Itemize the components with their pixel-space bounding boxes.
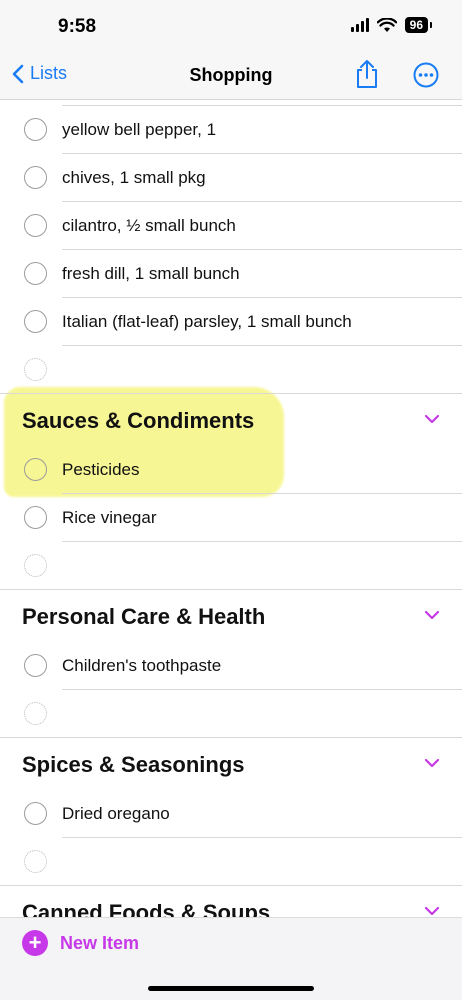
- checkbox-circle[interactable]: [24, 214, 47, 237]
- new-item-placeholder-row[interactable]: [0, 542, 462, 590]
- status-icons: 96: [350, 17, 433, 33]
- new-item-label: New Item: [60, 932, 140, 953]
- checkbox-circle[interactable]: [24, 118, 47, 141]
- new-item-placeholder-row[interactable]: [0, 346, 462, 394]
- home-indicator[interactable]: [148, 986, 314, 991]
- item-label: Dried oregano: [62, 804, 170, 823]
- chevron-down-icon[interactable]: [424, 906, 440, 916]
- cellular-signal-icon: [350, 18, 369, 32]
- new-item-placeholder-row[interactable]: [0, 838, 462, 886]
- placeholder-circle[interactable]: [24, 850, 47, 873]
- list-item[interactable]: Rice vinegar: [0, 494, 462, 542]
- list-item[interactable]: Pesticides: [0, 446, 462, 494]
- item-label: Pesticides: [62, 460, 140, 479]
- chevron-down-icon[interactable]: [424, 414, 440, 424]
- nav-bar: Lists Shopping: [0, 50, 462, 100]
- chevron-down-icon[interactable]: [424, 758, 440, 768]
- item-label: cilantro, ½ small bunch: [62, 216, 236, 235]
- checkbox-circle[interactable]: [24, 458, 47, 481]
- section-header-sauces[interactable]: Sauces & Condiments: [0, 394, 462, 446]
- status-bar: 9:58 96: [0, 0, 462, 50]
- list-item[interactable]: Dried oregano: [0, 790, 462, 838]
- section-title: Canned Foods & Soups: [22, 900, 271, 917]
- page-title: Shopping: [189, 65, 273, 85]
- section-title: Spices & Seasonings: [22, 752, 245, 777]
- checkbox-circle[interactable]: [24, 310, 47, 333]
- new-item-placeholder-row[interactable]: [0, 690, 462, 738]
- section-title: Sauces & Condiments: [22, 408, 255, 433]
- ellipsis-circle-icon: [413, 62, 439, 88]
- checkbox-circle[interactable]: [24, 166, 47, 189]
- checkbox-circle[interactable]: [24, 506, 47, 529]
- placeholder-circle[interactable]: [24, 358, 47, 381]
- status-time: 9:58: [58, 16, 97, 37]
- bottom-toolbar: + New Item: [0, 917, 462, 1000]
- placeholder-circle[interactable]: [24, 702, 47, 725]
- item-label: fresh dill, 1 small bunch: [62, 264, 240, 283]
- section-header-spices[interactable]: Spices & Seasonings: [0, 738, 462, 790]
- list-item[interactable]: yellow bell pepper, 1: [0, 106, 462, 154]
- share-icon: [357, 60, 377, 88]
- list-item[interactable]: chives, 1 small pkg: [0, 154, 462, 202]
- list-item[interactable]: Children's toothpaste: [0, 642, 462, 690]
- more-button[interactable]: [413, 62, 439, 93]
- placeholder-circle[interactable]: [24, 554, 47, 577]
- section-header-personal-care[interactable]: Personal Care & Health: [0, 590, 462, 642]
- item-label: chives, 1 small pkg: [62, 168, 206, 187]
- item-label: yellow bell pepper, 1: [62, 120, 217, 139]
- plus-circle-icon: +: [22, 930, 48, 956]
- item-label: Italian (flat-leaf) parsley, 1 small bun…: [62, 312, 352, 331]
- new-item-button[interactable]: + New Item: [22, 930, 139, 956]
- shopping-list: yellow bell pepper, 1 chives, 1 small pk…: [0, 100, 462, 917]
- checkbox-circle[interactable]: [24, 802, 47, 825]
- list-item[interactable]: Italian (flat-leaf) parsley, 1 small bun…: [0, 298, 462, 346]
- wifi-icon: [376, 17, 397, 32]
- checkbox-circle[interactable]: [24, 654, 47, 677]
- list-item[interactable]: fresh dill, 1 small bunch: [0, 250, 462, 298]
- list-item[interactable]: cilantro, ½ small bunch: [0, 202, 462, 250]
- item-label: Rice vinegar: [62, 508, 157, 527]
- section-title: Personal Care & Health: [22, 604, 266, 629]
- share-button[interactable]: [354, 59, 380, 94]
- item-label: Children's toothpaste: [62, 656, 222, 675]
- chevron-down-icon[interactable]: [424, 610, 440, 620]
- battery-icon: 96: [404, 17, 433, 33]
- checkbox-circle[interactable]: [24, 262, 47, 285]
- section-header-canned-foods[interactable]: Canned Foods & Soups: [0, 886, 462, 917]
